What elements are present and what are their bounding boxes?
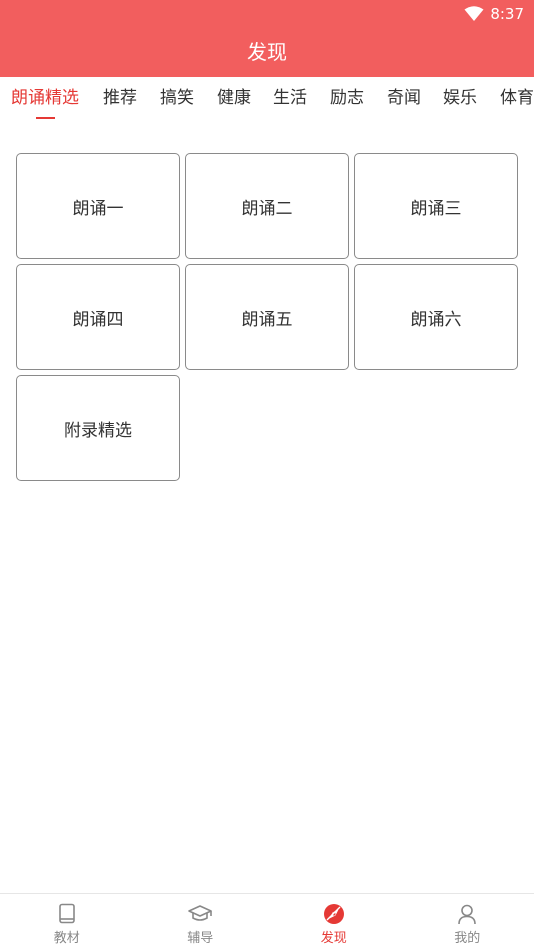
page-title: 发现	[0, 38, 534, 66]
tab-health[interactable]: 健康	[217, 86, 251, 110]
tab-life[interactable]: 生活	[273, 86, 307, 110]
nav-label: 教材	[54, 927, 80, 946]
wifi-icon	[464, 6, 484, 22]
app-header: 8:37 发现	[0, 0, 534, 77]
card-recitation-1[interactable]: 朗诵一	[16, 153, 180, 259]
active-tab-indicator	[36, 117, 55, 119]
status-bar: 8:37	[464, 4, 524, 24]
tab-recitation-selection[interactable]: 朗诵精选	[11, 86, 79, 110]
nav-mine[interactable]: 我的	[401, 894, 534, 950]
nav-label: 辅导	[187, 927, 213, 946]
book-icon	[57, 903, 77, 925]
category-tabs: 朗诵精选 推荐 搞笑 健康 生活 励志 奇闻 娱乐 体育	[0, 77, 534, 123]
recitation-grid: 朗诵一 朗诵二 朗诵三 朗诵四 朗诵五 朗诵六 附录精选	[16, 153, 518, 481]
person-icon	[456, 903, 478, 925]
card-recitation-4[interactable]: 朗诵四	[16, 264, 180, 370]
tab-anecdotes[interactable]: 奇闻	[387, 86, 421, 110]
card-recitation-3[interactable]: 朗诵三	[354, 153, 518, 259]
card-recitation-2[interactable]: 朗诵二	[185, 153, 349, 259]
nav-tutoring[interactable]: 辅导	[134, 894, 268, 950]
tab-recommended[interactable]: 推荐	[103, 86, 137, 110]
tab-inspirational[interactable]: 励志	[330, 86, 364, 110]
nav-textbook[interactable]: 教材	[0, 894, 134, 950]
nav-label: 发现	[321, 927, 347, 946]
tab-entertainment[interactable]: 娱乐	[443, 86, 477, 110]
status-time: 8:37	[490, 5, 524, 23]
compass-icon	[323, 903, 345, 925]
tab-sports[interactable]: 体育	[500, 86, 534, 110]
nav-discover[interactable]: 发现	[267, 894, 401, 950]
nav-label: 我的	[454, 927, 480, 946]
bottom-navigation: 教材 辅导 发现 我的	[0, 893, 534, 950]
tab-funny[interactable]: 搞笑	[160, 86, 194, 110]
graduation-cap-icon	[187, 903, 213, 925]
card-appendix-selection[interactable]: 附录精选	[16, 375, 180, 481]
card-recitation-5[interactable]: 朗诵五	[185, 264, 349, 370]
card-recitation-6[interactable]: 朗诵六	[354, 264, 518, 370]
